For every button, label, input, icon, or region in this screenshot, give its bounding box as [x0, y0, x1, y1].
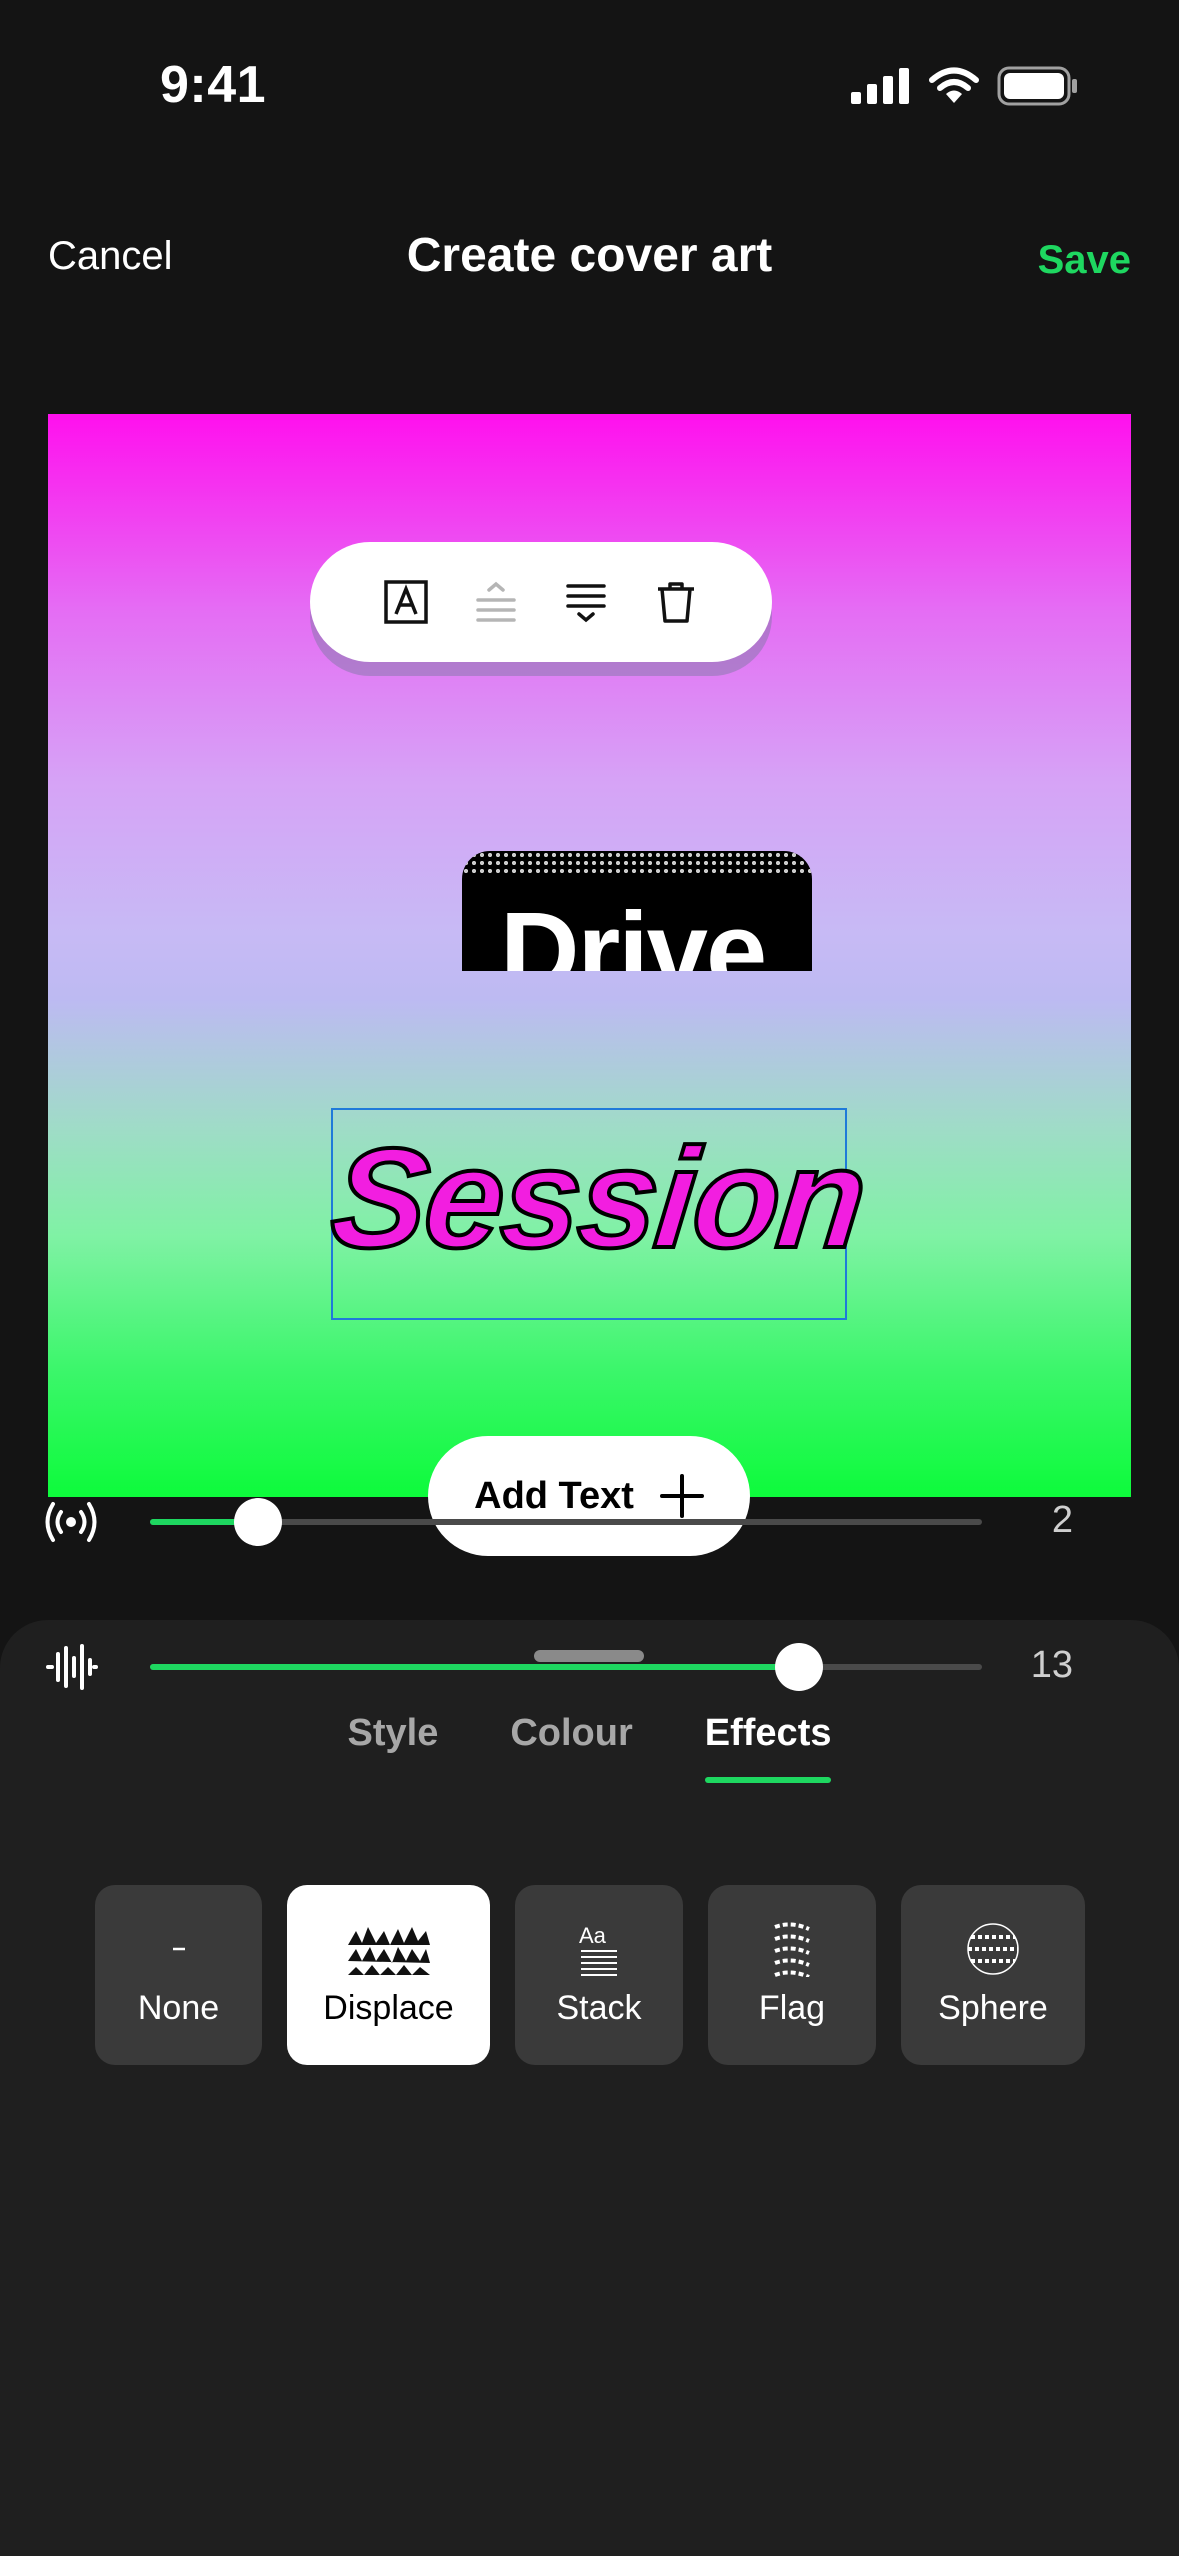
displace-icon [346, 1923, 432, 1975]
text-toolbar [310, 542, 772, 662]
trash-icon [658, 582, 694, 623]
align-bottom-icon [566, 584, 606, 623]
align-bottom-button[interactable] [558, 574, 614, 630]
effects-list: None Displace Aa Stack Flag Sphere [95, 1885, 1085, 2065]
effect-sphere[interactable]: Sphere [901, 1885, 1085, 2065]
tab-style[interactable]: Style [348, 1712, 439, 1783]
intensity-slider-thumb[interactable] [234, 1498, 283, 1546]
battery-icon [997, 66, 1077, 106]
align-top-icon [476, 581, 516, 622]
intensity-value: 2 [1051, 1499, 1073, 1541]
frequency-slider-track[interactable] [150, 1643, 982, 1691]
status-bar: 9:41 [0, 0, 1179, 175]
selected-text-layer[interactable]: Session [323, 1117, 874, 1280]
effect-label: Displace [323, 1988, 454, 2027]
sphere-icon [965, 1922, 1021, 1975]
effect-label: Stack [556, 1988, 642, 2027]
effect-label: None [137, 1988, 220, 2027]
delete-button[interactable] [648, 574, 704, 630]
tab-effects[interactable]: Effects [704, 1712, 831, 1783]
align-top-button[interactable] [468, 574, 524, 630]
waveform-icon [46, 1644, 98, 1690]
text-selection-box[interactable]: Session [323, 1108, 874, 1320]
stack-icon: Aa [577, 1923, 621, 1976]
save-button[interactable]: Save [1038, 238, 1131, 283]
drive-image-text: Drive [500, 890, 767, 972]
effect-flag[interactable]: Flag [708, 1885, 876, 2065]
status-time: 9:41 [160, 56, 267, 114]
cellular-signal-icon [851, 68, 909, 104]
broadcast-icon [45, 1502, 97, 1542]
effect-intensity-slider-row: 2 [0, 1481, 1179, 1561]
effect-displace[interactable]: Displace [287, 1885, 490, 2065]
tab-colour[interactable]: Colour [510, 1712, 632, 1783]
wifi-icon [929, 67, 979, 103]
text-style-button[interactable] [378, 574, 434, 630]
status-icons [851, 66, 1079, 106]
editor-bottom-sheet: Style Colour Effects None Displace Aa St… [0, 1498, 1179, 2556]
intensity-slider-track[interactable] [150, 1498, 982, 1546]
drive-image-layer[interactable]: Drive [462, 851, 812, 971]
effect-none[interactable]: None [95, 1885, 262, 2065]
effect-label: Flag [758, 1988, 826, 2027]
frequency-slider-thumb[interactable] [774, 1643, 823, 1691]
frequency-slider-fill [150, 1664, 799, 1670]
effect-frequency-slider-row: 13 [0, 1626, 1179, 1706]
svg-text:Aa: Aa [579, 1923, 607, 1948]
frequency-value: 13 [1030, 1644, 1073, 1686]
dash-icon [169, 1923, 189, 1975]
editor-tabs: Style Colour Effects [0, 1712, 1179, 1783]
text-style-icon [384, 580, 428, 624]
effect-label: Sphere [938, 1988, 1048, 2027]
page-title: Create cover art [406, 229, 773, 282]
flag-icon [769, 1921, 815, 1977]
halftone-texture [462, 851, 812, 877]
effect-stack[interactable]: Aa Stack [515, 1885, 683, 2065]
